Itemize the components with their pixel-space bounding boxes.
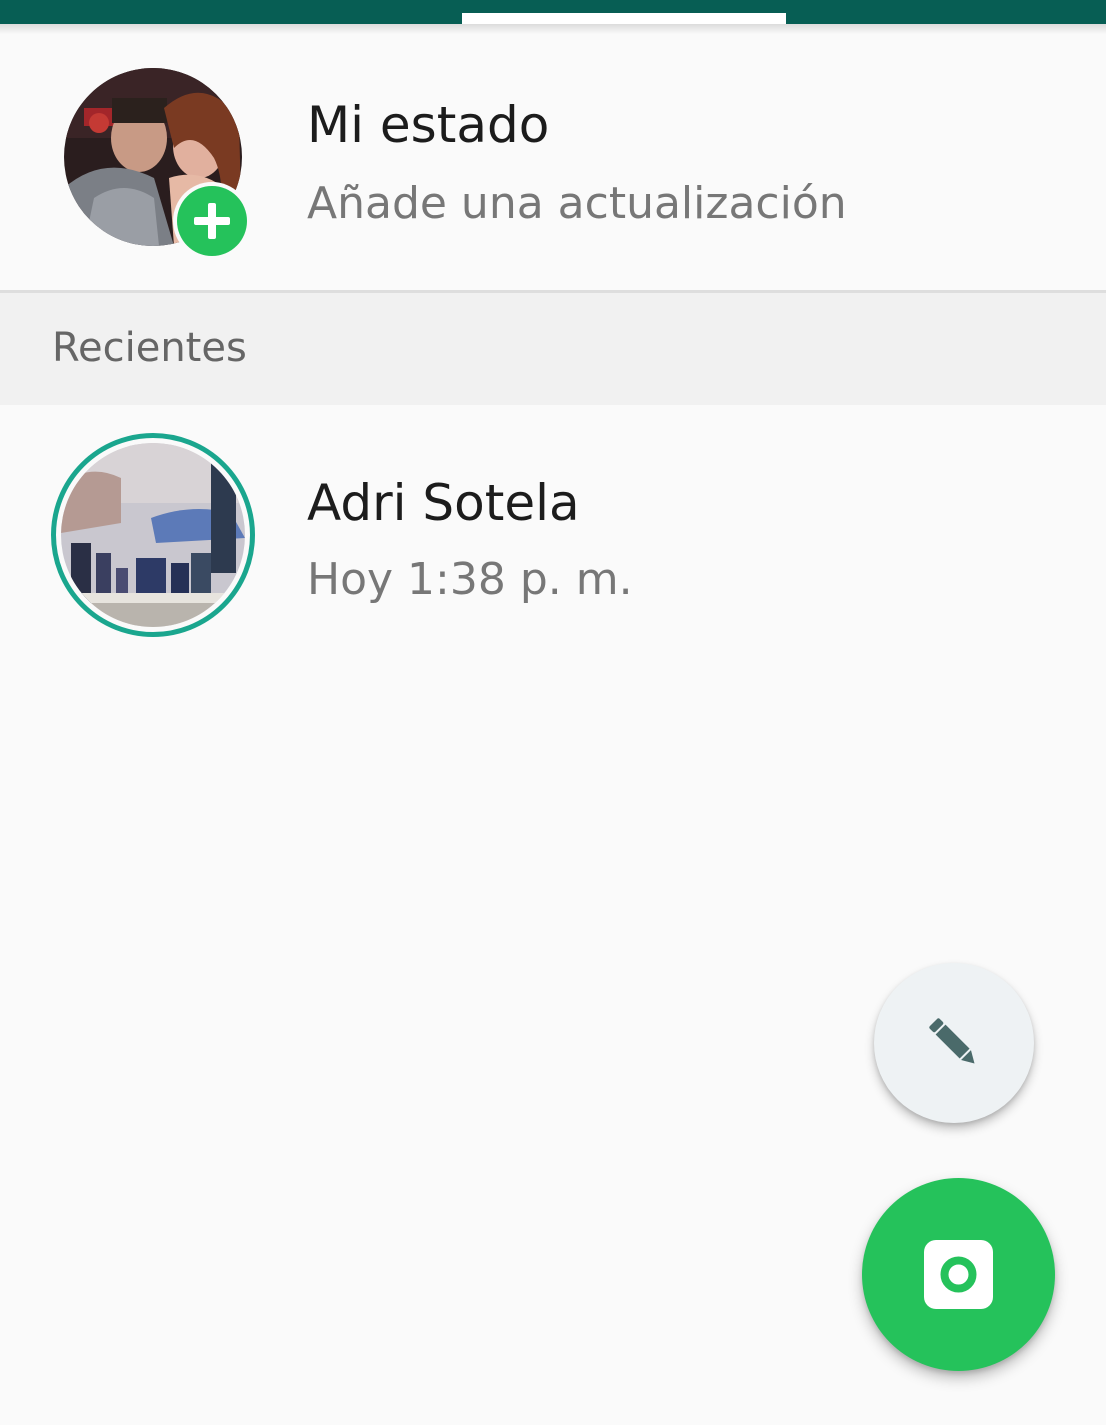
contact-name: Adri Sotela <box>307 474 580 532</box>
section-label: Recientes <box>52 325 247 371</box>
my-status-row[interactable]: Mi estado Añade una actualización <box>0 0 1106 290</box>
my-status-title: Mi estado <box>307 96 550 154</box>
camera-status-button[interactable] <box>862 1178 1055 1371</box>
section-header: Recientes <box>0 293 1106 405</box>
pencil-icon <box>929 1018 975 1064</box>
plus-icon <box>194 203 230 239</box>
camera-icon <box>924 1240 993 1309</box>
status-thumbnail <box>61 443 245 627</box>
status-time: Hoy 1:38 p. m. <box>307 554 633 605</box>
my-status-subtitle: Añade una actualización <box>307 178 847 229</box>
add-status-badge[interactable] <box>177 186 247 256</box>
text-status-button[interactable] <box>874 963 1034 1123</box>
status-list-item[interactable]: Adri Sotela Hoy 1:38 p. m. <box>0 420 1106 650</box>
